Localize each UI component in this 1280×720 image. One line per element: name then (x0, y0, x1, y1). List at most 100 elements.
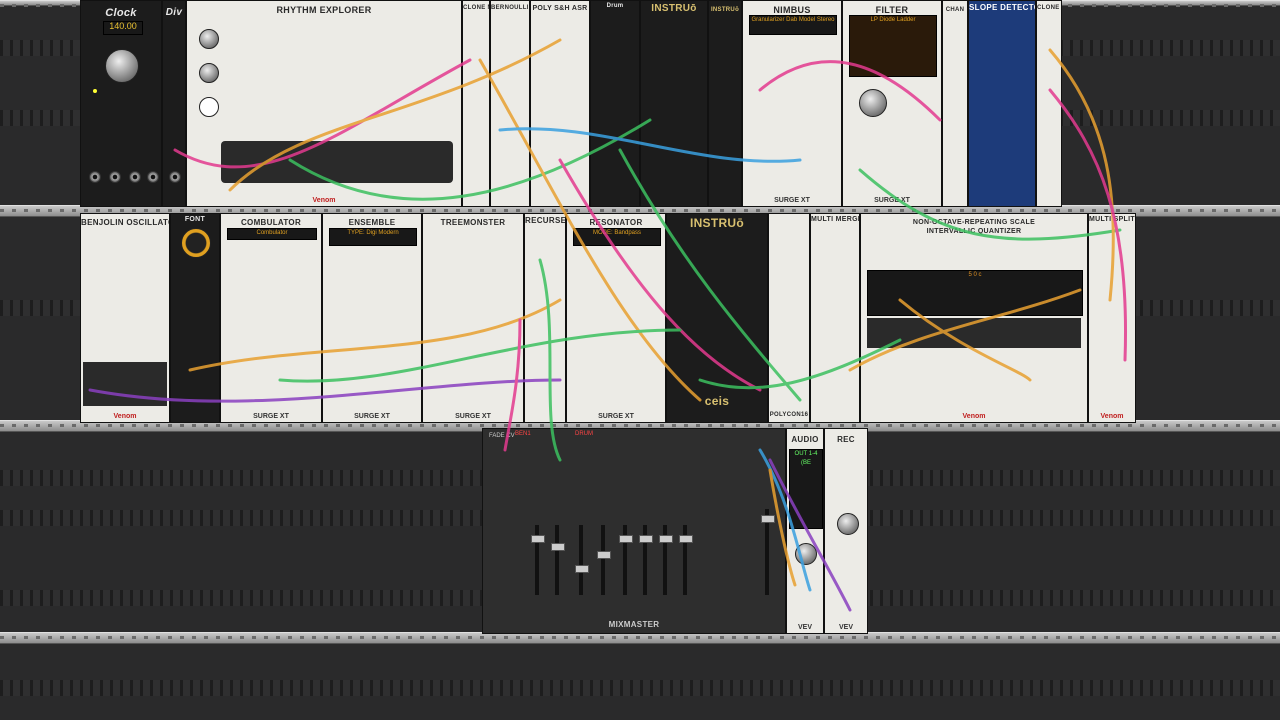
brand-logo: SURGE XT (774, 197, 810, 204)
reset-knob[interactable] (199, 63, 219, 83)
jack-panel (867, 318, 1081, 348)
brand-logo: SURGE XT (354, 413, 390, 420)
rhythm-explorer-module[interactable]: RHYTHM EXPLORER Venom (186, 0, 462, 207)
bernoulli-switch-module[interactable]: BERNOULLI SWITCH (490, 0, 530, 207)
channel-fader[interactable] (531, 525, 545, 595)
audio-display: OUT 1-4 (BE (789, 449, 823, 529)
benjolin-module[interactable]: BENJOLIN OSCILLATOR Venom (80, 213, 170, 423)
brand-logo: Venom (1100, 413, 1124, 420)
module-title: FILTER (875, 5, 909, 15)
module-title: INSTRUō (710, 7, 740, 13)
font-module[interactable]: FONT (170, 213, 220, 423)
channel-fader[interactable] (679, 525, 693, 595)
instruo-tanh-module[interactable]: INSTRUō (708, 0, 742, 207)
channel-fader[interactable] (551, 525, 565, 595)
output-panel (83, 362, 167, 406)
brand-logo: SURGE XT (598, 413, 634, 420)
freq-knob[interactable] (181, 228, 211, 258)
output-jack[interactable] (109, 171, 121, 183)
brand-logo: VEV (797, 624, 812, 631)
module-title: NIMBUS (773, 5, 811, 15)
clone-merge-module[interactable]: CLONE MERGE (462, 0, 490, 207)
fade-cv-label: FADE CV (489, 433, 515, 439)
instruo-ceis-module[interactable]: ceis INSTRUō (666, 213, 768, 423)
module-title: CLONE MERGE (1037, 5, 1061, 11)
level-knob[interactable] (795, 543, 817, 565)
output-jack[interactable] (147, 171, 159, 183)
quantizer-module[interactable]: NON-OCTAVE-REPEATING SCALE INTERVALLIC Q… (860, 213, 1088, 423)
rack-slot (0, 680, 1280, 696)
brand-logo: SURGE XT (455, 413, 491, 420)
module-title: RHYTHM EXPLORER (276, 5, 372, 15)
module-title: POLYCON16 (769, 412, 809, 418)
clone-merge-module-2[interactable]: CLONE MERGE (1036, 0, 1062, 207)
channel-fader[interactable] (619, 525, 633, 595)
module-title: MULTI MERGE (811, 216, 860, 223)
module-label: ceis (704, 394, 730, 408)
resonator-display: MODE: Bandpass (573, 228, 661, 246)
strip-label: BEN1 (515, 431, 531, 437)
module-title: NON-OCTAVE-REPEATING SCALE INTERVALLIC Q… (912, 219, 1036, 235)
multi-merge-module[interactable]: MULTI MERGE (810, 213, 860, 423)
module-title: Drum (606, 3, 624, 9)
nimbus-display: Granularizer Dab Model Stereo (749, 15, 837, 35)
clock-module[interactable]: Clock 140.00 (80, 0, 162, 207)
channel-fader[interactable] (597, 525, 611, 595)
strip-label: DRUM (575, 431, 593, 437)
poly-sah-module[interactable]: POLY S&H ASR (530, 0, 590, 207)
channel-fader[interactable] (575, 525, 589, 595)
polycon-module[interactable]: POLYCON16 (768, 213, 810, 423)
brand-logo: VEV (838, 624, 853, 631)
filter-display: LP Diode Ladder (849, 15, 937, 77)
bpm-display: 140.00 (103, 21, 143, 35)
record-knob[interactable] (837, 513, 859, 535)
brand-logo: Venom (312, 197, 336, 204)
ensemble-module[interactable]: ENSEMBLE TYPE: Digi Modern SURGE XT (322, 213, 422, 423)
brand-logo: SURGE XT (874, 197, 910, 204)
recurse-module[interactable]: RECURSE (524, 213, 566, 423)
module-title: INSTRUō (689, 216, 745, 230)
module-title: RECURSE (525, 216, 566, 225)
output-jack[interactable] (129, 171, 141, 183)
combulator-display: Combulator (227, 228, 317, 240)
bpm-knob[interactable] (105, 49, 139, 83)
dice-knob[interactable] (199, 29, 219, 49)
audio-module[interactable]: AUDIO OUT 1-4 (BE VEV (786, 428, 824, 634)
output-panel (221, 141, 453, 183)
drum-module[interactable]: Drum (590, 0, 640, 207)
module-title: POLY S&H ASR (532, 5, 588, 12)
run-button[interactable] (199, 97, 219, 117)
brand-logo: Venom (962, 413, 986, 420)
channel-fader[interactable] (639, 525, 653, 595)
module-title: TREEMONSTER (440, 218, 506, 227)
slope-detector-module[interactable]: SLOPE DETECTOR (968, 0, 1036, 207)
frequency-knob[interactable] (859, 89, 887, 117)
div-module[interactable]: Div (162, 0, 186, 207)
rec-module[interactable]: REC VEV (824, 428, 868, 634)
brand-logo: SURGE XT (253, 413, 289, 420)
module-title: FONT (184, 216, 206, 223)
filter-module[interactable]: FILTER LP Diode Ladder SURGE XT (842, 0, 942, 207)
module-title: MIXMASTER (608, 620, 660, 629)
ensemble-display: TYPE: Digi Modern (329, 228, 417, 246)
nimbus-module[interactable]: NIMBUS Granularizer Dab Model Stereo SUR… (742, 0, 842, 207)
module-title: MULTI SPLIT (1089, 216, 1135, 223)
resonator-module[interactable]: RESONATOR MODE: Bandpass SURGE XT (566, 213, 666, 423)
module-title: COMBULATOR (240, 218, 302, 227)
module-title: CLONE MERGE (463, 5, 489, 11)
module-title: BERNOULLI SWITCH (491, 5, 529, 11)
output-jack[interactable] (169, 171, 181, 183)
chan-module[interactable]: CHAN (942, 0, 968, 207)
channel-fader[interactable] (659, 525, 673, 595)
instruo-carn-module[interactable]: INSTRUō (640, 0, 708, 207)
module-title: REC (837, 435, 855, 444)
master-fader[interactable] (761, 509, 775, 595)
mixmaster-module[interactable]: MIXMASTER FADE CV BEN1 DRUM (482, 428, 786, 634)
treemonster-module[interactable]: TREEMONSTER SURGE XT (422, 213, 524, 423)
multi-split-module[interactable]: MULTI SPLIT Venom (1088, 213, 1136, 423)
quantizer-display: 5 0 c (867, 270, 1083, 316)
combulator-module[interactable]: COMBULATOR Combulator SURGE XT (220, 213, 322, 423)
output-jack[interactable] (89, 171, 101, 183)
module-title: SLOPE DETECTOR (969, 3, 1035, 12)
run-led (93, 89, 97, 93)
